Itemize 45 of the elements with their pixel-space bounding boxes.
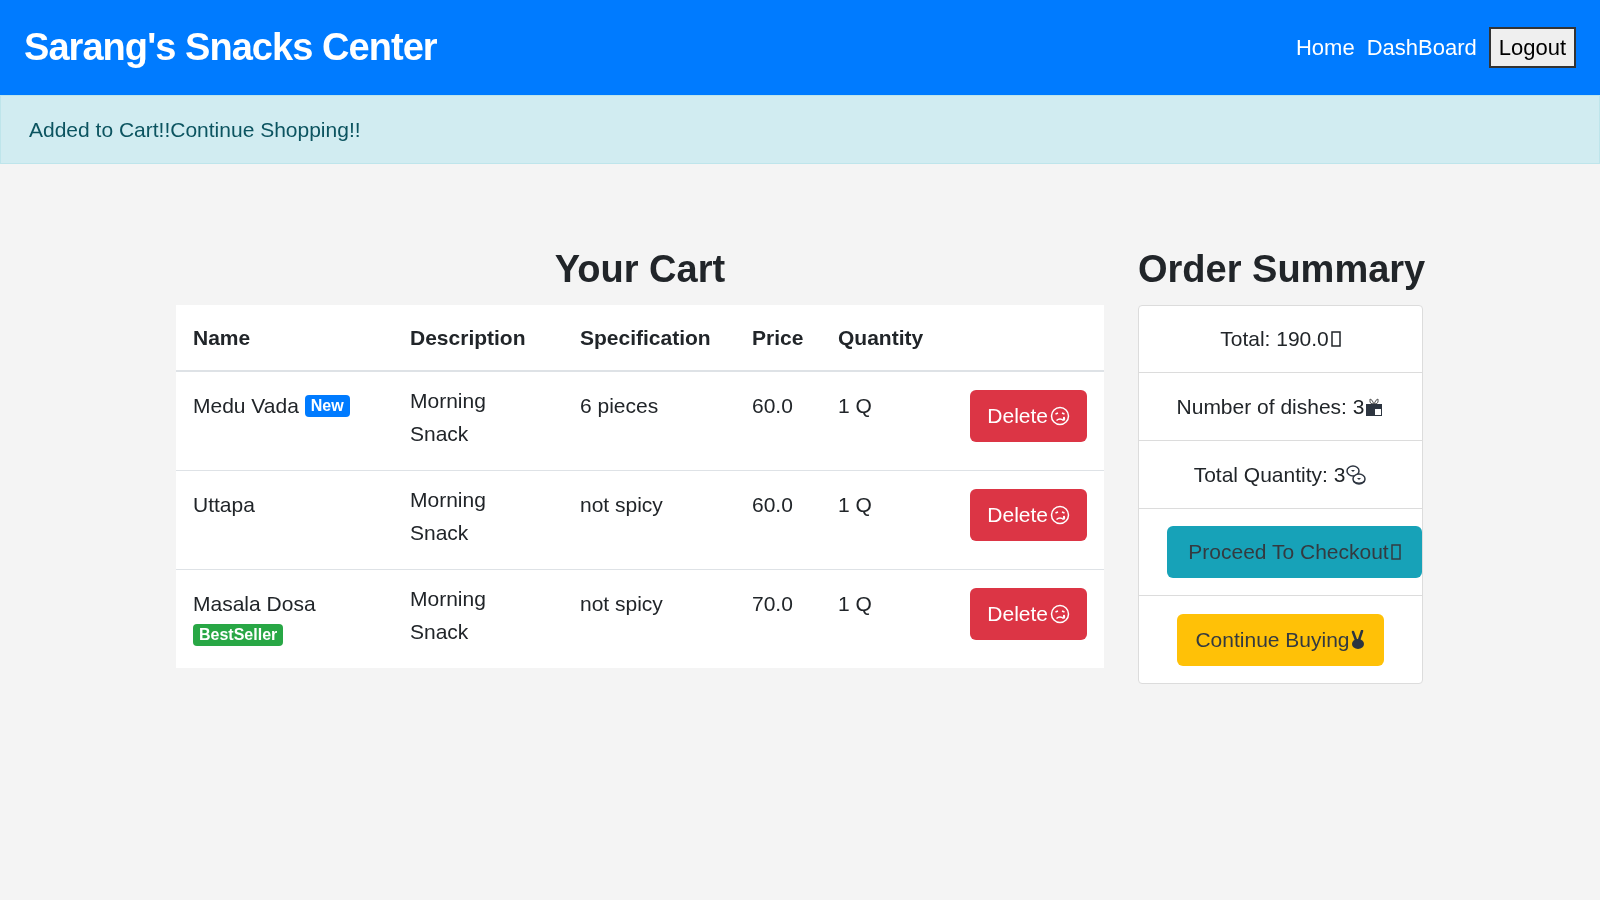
missing-glyph-icon (1390, 544, 1401, 560)
alert-message: Added to Cart!!Continue Shopping!! (29, 116, 361, 143)
sushi-icon (1345, 463, 1368, 486)
column-header: Specification (563, 305, 735, 371)
total-text: Total: 190.0 (1220, 326, 1329, 353)
column-header: Description (393, 305, 563, 371)
table-cell: 60.0 (752, 394, 793, 417)
dish-name: Uttapa (193, 492, 255, 516)
table-cell: not spicy (580, 492, 663, 516)
table-cell-text: Morning Snack (410, 486, 487, 546)
table-cell: 1 Q (838, 394, 872, 417)
table-cell: not spicy (580, 591, 663, 615)
delete-button[interactable]: Delete (970, 390, 1087, 442)
delete-button[interactable]: Delete (970, 587, 1087, 640)
table-cell-text: Morning Snack (410, 585, 487, 645)
column-header: Price (735, 305, 821, 371)
table-cell-text: Morning Snack (410, 388, 487, 447)
dish-tag: New (304, 395, 350, 417)
nav-link[interactable]: DashBoard (1366, 31, 1477, 64)
crying-face-icon (1050, 406, 1070, 426)
cart-title: Your Cart (553, 250, 727, 292)
crying-face-icon (1050, 603, 1070, 624)
continue-button[interactable]: Continue Buying (1177, 613, 1384, 666)
dish-name: Masala Dosa (193, 591, 316, 615)
column-header: Quantity (821, 305, 946, 371)
table-cell: 70.0 (752, 591, 793, 615)
table-cell: 6 pieces (580, 394, 659, 417)
nav-link[interactable]: Home (1295, 31, 1355, 64)
missing-glyph-icon (1330, 331, 1341, 347)
logout-button[interactable]: Logout (1488, 27, 1576, 68)
table-cell: 60.0 (752, 492, 793, 516)
dish-name: Medu Vada (193, 394, 299, 417)
dish-tag: BestSeller (193, 624, 284, 646)
delete-button[interactable]: Delete (970, 488, 1087, 541)
checkout-button[interactable]: Proceed To Checkout (1167, 526, 1422, 578)
gift-icon (1364, 396, 1385, 417)
quantity-text: Total Quantity: 3 (1193, 461, 1346, 488)
crying-face-icon (1050, 504, 1070, 525)
dishes-text: Number of dishes: 3 (1176, 393, 1365, 420)
summary-title: Order Summary (1138, 250, 1423, 292)
table-cell: 1 Q (838, 591, 872, 615)
table-cell: 1 Q (838, 492, 872, 516)
victory-hand-icon (1349, 629, 1366, 650)
column-header: Name (176, 305, 393, 371)
brand-link[interactable]: Sarang's Snacks Center (24, 19, 437, 76)
